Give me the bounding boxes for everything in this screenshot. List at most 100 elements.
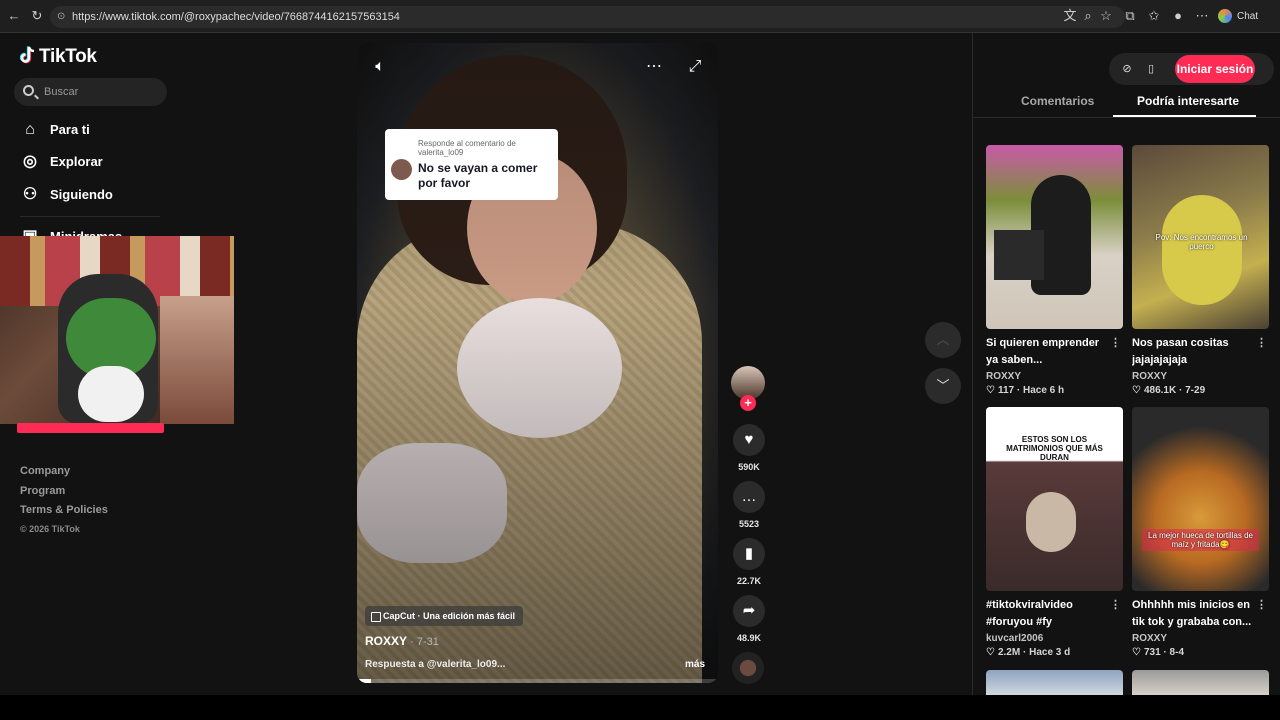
heart-outline-icon: ♡ xyxy=(1132,385,1141,396)
author-name: ROXXY xyxy=(365,634,407,648)
card-likes: 2.2M xyxy=(997,647,1021,658)
card-author[interactable]: ROXXY xyxy=(1132,633,1269,644)
card-thumbnail[interactable]: La mejor hueca de tortillas de maíz y fr… xyxy=(1132,407,1269,591)
volume-icon[interactable]: 🔈︎ xyxy=(370,57,390,77)
phone-icon[interactable]: ▯ xyxy=(1143,61,1159,77)
login-button[interactable]: Iniciar sesión xyxy=(1175,55,1255,83)
login-button[interactable] xyxy=(17,423,164,433)
favorites-icon[interactable]: ✩ xyxy=(1146,8,1162,24)
video-progress-bar[interactable] xyxy=(357,679,718,683)
action-bar: ♥ 590K … 5523 ▮ 22.7K ➦ 48.9K xyxy=(728,33,770,695)
capcut-label: CapCut · Una edición más fácil xyxy=(383,611,516,621)
card-title: Si quieren emprender ya saben... xyxy=(986,337,1100,366)
like-button[interactable]: ♥ 590K xyxy=(730,424,768,472)
card-time: 7-29 xyxy=(1185,385,1206,396)
back-icon[interactable]: ← xyxy=(6,8,22,24)
video-card[interactable]: Pov: Nos encontramos un puerco Nos pasan… xyxy=(1132,145,1269,396)
card-author[interactable]: ROXXY xyxy=(986,371,1123,382)
card-thumbnail[interactable] xyxy=(986,145,1123,329)
profile-avatar-icon[interactable]: ● xyxy=(1170,8,1186,24)
overlay-body xyxy=(78,366,144,422)
site-info-icon[interactable]: ⊙ xyxy=(57,6,65,28)
favorite-star-icon[interactable]: ☆ xyxy=(1098,8,1114,24)
comment-button[interactable]: … 5523 xyxy=(730,481,768,529)
next-video-arrow-icon[interactable]: ﹀ xyxy=(925,368,961,404)
reply-text: No se vayan a comer por favor xyxy=(418,161,538,190)
footer-link-program[interactable]: Program xyxy=(20,485,65,497)
card-time: Hace 6 h xyxy=(1023,385,1065,396)
video-card[interactable]: Si quieren emprender ya saben... ⋮ ROXXY … xyxy=(986,145,1123,396)
nav-item-following[interactable]: ⚇ Siguiendo xyxy=(20,184,113,206)
card-more-icon[interactable]: ⋮ xyxy=(1110,335,1121,352)
chat-label: Chat xyxy=(1237,11,1259,22)
previous-video-arrow-icon[interactable]: ︿ xyxy=(925,322,961,358)
video-card[interactable]: La mejor hueca de tortillas de maíz y fr… xyxy=(1132,407,1269,658)
card-overlay-text: Pov: Nos encontramos un puerco xyxy=(1155,233,1248,251)
tiktok-logo[interactable]: TikTok xyxy=(19,46,97,68)
card-more-icon[interactable]: ⋮ xyxy=(1256,335,1267,352)
progress-fill xyxy=(357,679,372,683)
more-options-icon[interactable]: ⋯ xyxy=(1194,8,1210,24)
more-dots-icon[interactable]: ⋯ xyxy=(644,57,664,77)
home-icon: ⌂ xyxy=(25,121,35,138)
card-thumbnail-partial[interactable] xyxy=(1132,670,1269,695)
search-icon xyxy=(23,85,34,96)
heart-outline-icon: ♡ xyxy=(1132,647,1141,658)
heart-icon: ♥ xyxy=(733,424,765,456)
zoom-icon[interactable]: ⌕ xyxy=(1080,8,1096,24)
browser-toolbar: ← ↻ ⊙ https://www.tiktok.com/@roxypachec… xyxy=(0,0,1280,33)
share-button[interactable]: ➦ 48.9K xyxy=(730,595,768,643)
card-meta: ♡ 486.1K · 7-29 xyxy=(1132,385,1206,396)
copilot-chat-button[interactable]: Chat xyxy=(1218,8,1258,26)
card-thumbnail[interactable]: Pov: Nos encontramos un puerco xyxy=(1132,145,1269,329)
capcut-badge[interactable]: CapCut · Una edición más fácil xyxy=(365,606,524,626)
card-time: Hace 3 d xyxy=(1029,647,1071,658)
share-count: 48.9K xyxy=(736,633,762,643)
reload-icon[interactable]: ↻ xyxy=(29,8,45,24)
card-meta: ♡ 731 · 8-4 xyxy=(1132,647,1184,658)
nav-item-for-you[interactable]: ⌂ Para ti xyxy=(20,119,90,141)
music-disc[interactable] xyxy=(732,652,764,684)
video-player[interactable]: 🔈︎ ⋯ ⤢ Responde al comentario de valerit… xyxy=(357,43,718,683)
card-meta: ♡ 117 · Hace 6 h xyxy=(986,385,1065,396)
tab-recommended[interactable]: Podría interesarte xyxy=(1137,93,1239,109)
tab-comments[interactable]: Comentarios xyxy=(1021,93,1094,109)
card-more-icon[interactable]: ⋮ xyxy=(1110,597,1121,614)
nav-label: Para ti xyxy=(50,122,90,137)
footer-link-terms[interactable]: Terms & Policies xyxy=(20,504,108,516)
translate-icon[interactable]: 文 xyxy=(1062,8,1078,24)
card-title: Ohhhhh mis inicios en tik tok y grababa … xyxy=(1132,599,1252,628)
right-panel: ⊘ ▯ Iniciar sesión Comentarios Podría in… xyxy=(972,33,1280,695)
fullscreen-icon[interactable]: ⤢ xyxy=(685,57,705,77)
card-thumbnail[interactable]: ESTOS SON LOS MATRIMONIOS QUE MÁS DURAN xyxy=(986,407,1123,591)
tiktok-note-icon xyxy=(19,46,36,64)
save-button[interactable]: ▮ 22.7K xyxy=(730,538,768,586)
card-author[interactable]: ROXXY xyxy=(1132,371,1269,382)
video-description: Respuesta a @valerita_lo09... xyxy=(365,659,506,670)
coin-icon[interactable]: ⊘ xyxy=(1119,61,1135,77)
address-bar[interactable]: ⊙ https://www.tiktok.com/@roxypachec/vid… xyxy=(50,6,1125,28)
card-title: Nos pasan cositas jajajajajaja xyxy=(1132,337,1229,366)
card-meta: ♡ 2.2M · Hace 3 d xyxy=(986,647,1071,658)
card-person xyxy=(1026,492,1076,552)
share-arrow-icon: ➦ xyxy=(733,595,765,627)
extensions-icon[interactable]: ⧉ xyxy=(1122,8,1138,24)
heart-outline-icon: ♡ xyxy=(986,647,995,658)
card-thumbnail-partial[interactable] xyxy=(986,670,1123,695)
video-author[interactable]: ROXXY · 7-31 xyxy=(365,634,439,648)
card-overlay-text: ESTOS SON LOS MATRIMONIOS QUE MÁS DURAN xyxy=(1006,435,1103,462)
reply-header: Responde al comentario de valerita_lo09 xyxy=(418,139,516,157)
comment-count: 5523 xyxy=(738,519,760,529)
card-likes: 486.1K xyxy=(1143,385,1177,396)
more-link[interactable]: más xyxy=(685,659,705,670)
search-input[interactable]: Buscar xyxy=(14,78,167,106)
video-card[interactable]: ESTOS SON LOS MATRIMONIOS QUE MÁS DURAN … xyxy=(986,407,1123,658)
overlay-people xyxy=(160,296,234,424)
card-likes: 731 xyxy=(1143,647,1161,658)
card-author[interactable]: kuvcarl2006 xyxy=(986,633,1123,644)
card-more-icon[interactable]: ⋮ xyxy=(1256,597,1267,614)
nav-item-explore[interactable]: ◎ Explorar xyxy=(20,151,103,173)
nav-label: Siguiendo xyxy=(50,187,113,202)
footer-link-company[interactable]: Company xyxy=(20,465,70,477)
bookmark-icon: ▮ xyxy=(733,538,765,570)
